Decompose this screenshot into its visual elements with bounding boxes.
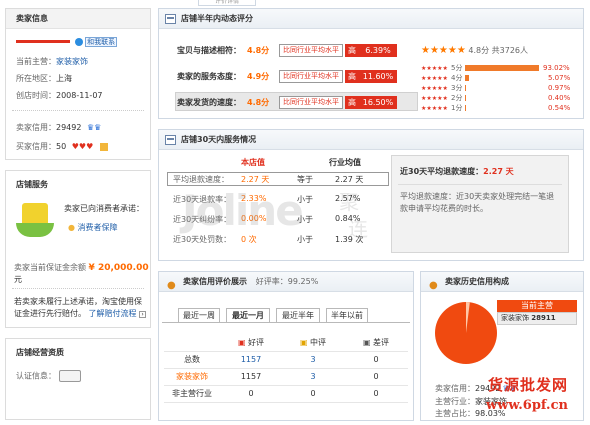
tab-before-half-year[interactable]: 半年以前 bbox=[326, 308, 368, 323]
table-row: 非主营行业 0 0 0 bbox=[164, 385, 408, 403]
panel-icon bbox=[165, 135, 176, 145]
seller-name-redacted: 和我联系 bbox=[16, 37, 118, 47]
seller-info-box: 卖家信息 和我联系 当前主营：家装家饰 所在地区：上海 创店时间：2008-11… bbox=[5, 8, 151, 160]
buyer-credit-row: 买家信用：50 ♥♥♥ bbox=[16, 141, 108, 152]
dist-row: ★★★★★ 4分 5.07% bbox=[421, 74, 571, 82]
seller-info-heading: 卖家信息 bbox=[6, 9, 150, 29]
star-icon: ★★★★★ bbox=[421, 75, 448, 82]
divider bbox=[12, 288, 144, 289]
star-icon: ★★★★★ bbox=[421, 95, 448, 102]
cert-icon[interactable] bbox=[58, 370, 81, 382]
divider bbox=[12, 110, 144, 111]
credit-eval-heading: 卖家信用评价展示 bbox=[183, 277, 247, 286]
col-shop: 本店值 bbox=[241, 158, 265, 167]
tab-last-week[interactable]: 最近一周 bbox=[178, 308, 220, 323]
seller-credit-row: 卖家信用：29492 ♛♛ bbox=[16, 123, 102, 132]
service-cell: 2.27 天 bbox=[335, 175, 364, 184]
badge-icon bbox=[99, 142, 108, 151]
refund-desc-1: 平均退款速度：近30天卖家处理完结一笔退 bbox=[400, 192, 555, 201]
refund-speed-box: 近30天平均退款速度：2.27 天 平均退款速度：近30天卖家处理完结一笔退 款… bbox=[391, 155, 569, 253]
bulb-icon: ● bbox=[68, 223, 75, 232]
service-cell: 平均退款速度： bbox=[173, 175, 229, 184]
col-avg: 行业均值 bbox=[329, 158, 361, 167]
claim-line-2: 证金进行先行赔付。 了解赔付流程 › bbox=[14, 308, 147, 319]
watermark-cn-2: 连 bbox=[348, 217, 368, 241]
watermark-cn-1: 聚 bbox=[339, 190, 359, 214]
dist-row: ★★★★★ 1分 0.54% bbox=[421, 104, 571, 112]
top-tab[interactable]: 评价详情 bbox=[198, 0, 256, 6]
star-icon: ★★★★★ bbox=[421, 85, 448, 92]
tab-last-half-year[interactable]: 最近半年 bbox=[276, 308, 320, 323]
service30-heading: 店铺30天内服务情况 bbox=[181, 135, 257, 144]
tab-last-month[interactable]: 最近一月 bbox=[226, 308, 270, 323]
star-icon: ★★★★★ bbox=[421, 105, 448, 112]
main-label-box: 当前主营 bbox=[497, 300, 577, 312]
promise-text: 卖家已向消费者承诺： bbox=[64, 204, 144, 213]
shop-service-box: 店铺服务 卖家已向消费者承诺： ● 消费者保障 卖家当前保证金余额 ¥ 20,0… bbox=[5, 170, 151, 328]
deposit-value: ¥ 20,000.00 bbox=[88, 263, 149, 273]
service-cell: 等于 bbox=[297, 175, 313, 184]
created-row: 创店时间：2008-11-07 bbox=[16, 91, 103, 100]
protection-row: ● 消费者保障 bbox=[68, 222, 118, 233]
watermark-logo: Joline bbox=[182, 186, 304, 235]
dist-bar bbox=[465, 95, 545, 101]
rating-row-service: 卖家的服务态度： 4.9分 比同行业平均水平 高 11.60% bbox=[177, 69, 397, 83]
dist-row: ★★★★★ 3分 0.97% bbox=[421, 84, 571, 92]
shop-certs-heading: 店铺经营资质 bbox=[6, 343, 150, 363]
deposit-row: 卖家当前保证金余额 ¥ 20,000.00 bbox=[14, 263, 149, 273]
credit-table: ▣ 好评 ▣ 中评 ▣ 差评 总数 1157 3 0 家装家饰 1157 3 0… bbox=[164, 334, 408, 403]
table-header: ▣ 好评 ▣ 中评 ▣ 差评 bbox=[164, 334, 408, 352]
protection-link[interactable]: 消费者保障 bbox=[78, 223, 118, 232]
service-cell: 近30天处罚数： bbox=[173, 235, 232, 244]
bad-icon: ▣ bbox=[362, 337, 371, 347]
shop-certs-box: 店铺经营资质 认证信息： bbox=[5, 338, 151, 420]
divider bbox=[398, 184, 562, 185]
cert-row: 认证信息： bbox=[16, 370, 81, 382]
dist-bar bbox=[465, 65, 545, 71]
tab-underline bbox=[162, 322, 410, 323]
heart-icon[interactable]: ♥♥♥ bbox=[72, 142, 94, 151]
site-watermark-title: 货源批发网 bbox=[488, 376, 569, 394]
summary-row: ★★★★★ 4.8分 共3726人 bbox=[421, 45, 529, 56]
rating-row-description: 宝贝与描述相符： 4.8分 比同行业平均水平 高 6.39% bbox=[177, 43, 397, 57]
user-icon: ● bbox=[167, 280, 176, 291]
table-row: 总数 1157 3 0 bbox=[164, 351, 408, 369]
site-watermark-url: www.6pf.cn bbox=[486, 398, 568, 413]
service-cell: 小于 bbox=[297, 235, 313, 244]
half-year-heading: 店铺半年内动态评分 bbox=[181, 14, 253, 23]
dist-bar bbox=[465, 75, 545, 81]
arrow-icon: › bbox=[139, 311, 147, 318]
good-icon: ▣ bbox=[237, 337, 246, 347]
dist-row: ★★★★★ 2分 0.40% bbox=[421, 94, 571, 102]
dist-bar bbox=[465, 85, 545, 91]
half-year-panel: 店铺半年内动态评分 宝贝与描述相符： 4.8分 比同行业平均水平 高 6.39%… bbox=[158, 8, 584, 119]
neutral-icon: ▣ bbox=[299, 337, 308, 347]
user-icon: ● bbox=[429, 280, 438, 291]
claim-link[interactable]: 了解赔付流程 bbox=[89, 309, 137, 318]
service-cell: 2.27 天 bbox=[241, 175, 270, 184]
main-category-link[interactable]: 家装家饰 bbox=[56, 57, 88, 66]
history-heading: 卖家历史信用构成 bbox=[445, 277, 509, 286]
refund-title-row: 近30天平均退款速度：2.27 天 bbox=[400, 167, 514, 176]
crown-icon[interactable]: ♛♛ bbox=[87, 123, 101, 132]
claim-line-1: 若卖家未履行上述承诺，淘宝使用保 bbox=[14, 297, 142, 306]
region-row: 所在地区：上海 bbox=[16, 74, 72, 83]
five-star-icon: ★★★★★ bbox=[421, 45, 466, 56]
service-cell: 0 次 bbox=[241, 235, 257, 244]
dist-bar bbox=[465, 105, 545, 111]
shop-service-heading: 店铺服务 bbox=[6, 175, 150, 195]
panel-icon bbox=[165, 14, 176, 24]
hands-icon bbox=[16, 223, 54, 237]
wangwang-icon[interactable] bbox=[74, 37, 83, 46]
main-cat-box: 家装家饰 28911 bbox=[497, 312, 577, 325]
rating-row-shipping: 卖家发货的速度： 4.8分 比同行业平均水平 高 16.50% bbox=[177, 95, 397, 109]
dist-row: ★★★★★ 5分 93.02% bbox=[421, 64, 570, 72]
table-row: 家装家饰 1157 3 0 bbox=[164, 368, 408, 386]
main-category-row: 当前主营：家装家饰 bbox=[16, 57, 88, 66]
contact-badge[interactable]: 和我联系 bbox=[85, 37, 118, 47]
deposit-unit: 元 bbox=[14, 275, 22, 284]
credit-pie bbox=[435, 302, 497, 364]
star-icon: ★★★★★ bbox=[421, 65, 448, 72]
refund-desc-2: 款申请平均花费的时长。 bbox=[400, 204, 488, 213]
